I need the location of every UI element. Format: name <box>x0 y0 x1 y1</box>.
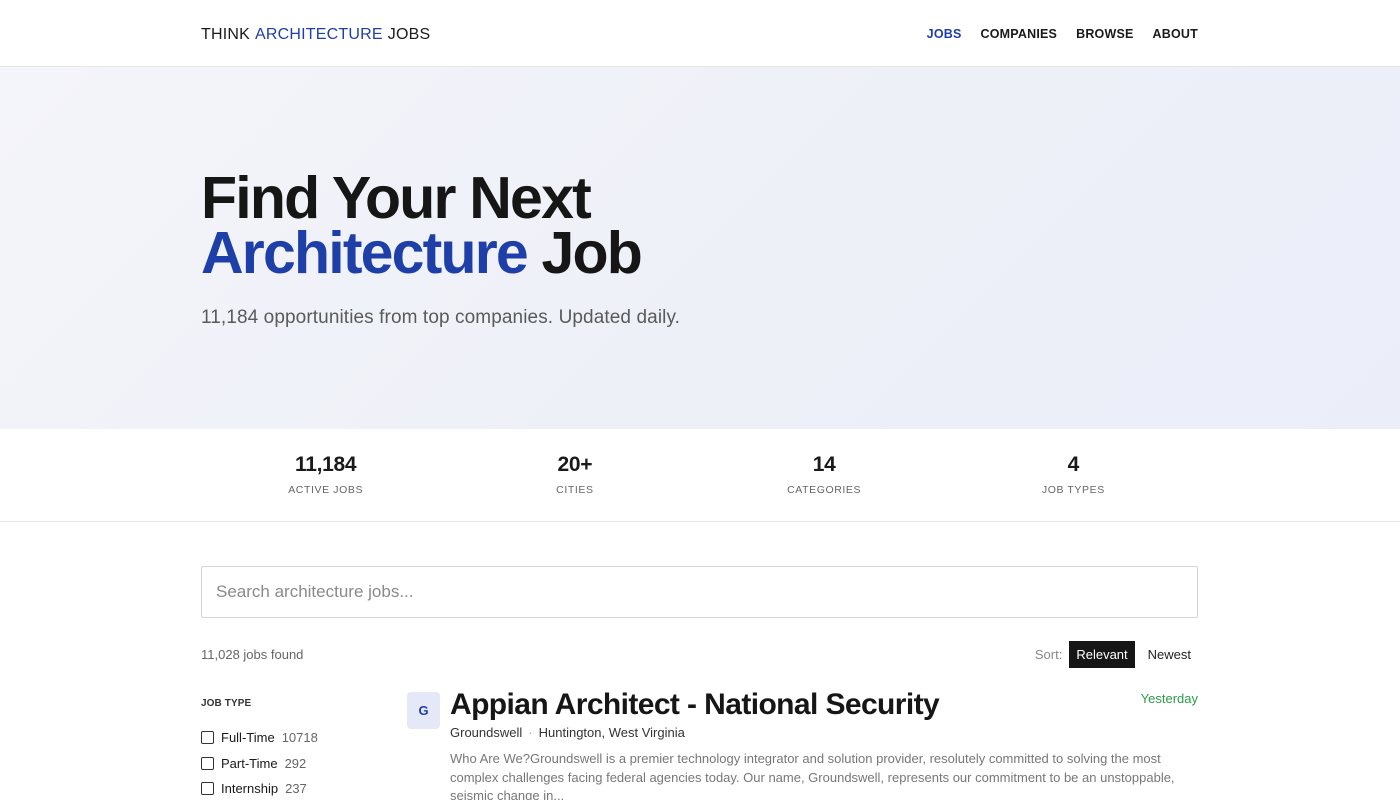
hero-accent-word: Architecture <box>201 220 529 286</box>
filter-count: 237 <box>285 781 307 797</box>
checkbox[interactable] <box>201 756 214 770</box>
sort-control: Sort: Relevant Newest <box>1034 640 1198 668</box>
stat-label: CITIES <box>556 484 594 496</box>
filter-item-part-time[interactable]: Part-Time 292 <box>201 751 407 777</box>
stat-value: 4 <box>1067 453 1080 476</box>
filter-item-full-time[interactable]: Full-Time 10718 <box>201 725 407 751</box>
sort-relevant-button[interactable]: Relevant <box>1069 640 1135 668</box>
logo-architecture: ARCHITECTURE <box>255 25 383 43</box>
job-posted-date: Yesterday <box>1140 691 1198 706</box>
job-card[interactable]: G Appian Architect - National Security G… <box>407 687 1198 800</box>
stat-value: 11,184 <box>294 453 357 476</box>
filters-sidebar: JOB TYPE Full-Time 10718 Part-Time 292 I… <box>201 687 407 800</box>
filter-label: Part-Time <box>221 755 278 771</box>
logo-jobs: JOBS <box>387 25 431 43</box>
sort-newest-button[interactable]: Newest <box>1141 641 1198 668</box>
job-location: Huntington, West Virginia <box>538 725 685 740</box>
search-box[interactable] <box>201 566 1198 618</box>
stat-label: CATEGORIES <box>787 484 862 496</box>
stat-label: JOB TYPES <box>1041 484 1105 496</box>
nav-jobs[interactable]: JOBS <box>927 27 962 41</box>
results-count: 11,028 jobs found <box>201 646 304 662</box>
hero-subtitle: 11,184 opportunities from top companies.… <box>201 307 681 328</box>
checkbox[interactable] <box>201 782 214 796</box>
logo-think: THINK <box>201 25 250 43</box>
listing-area: JOB TYPE Full-Time 10718 Part-Time 292 I… <box>201 687 1198 800</box>
filter-count: 10718 <box>281 730 318 746</box>
stat-label: ACTIVE JOBS <box>288 484 364 496</box>
stats-bar: 11,184 ACTIVE JOBS 20+ CITIES 14 CATEGOR… <box>0 429 1400 522</box>
filter-label: Internship <box>221 781 279 797</box>
stat-job-types: 4 JOB TYPES <box>949 429 1198 522</box>
stat-value: 14 <box>812 453 836 476</box>
job-meta: Groundswell · Huntington, West Virginia <box>450 725 1198 740</box>
site-logo[interactable]: THINK ARCHITECTURE JOBS <box>201 24 430 44</box>
main-nav: JOBS COMPANIES BROWSE ABOUT <box>927 27 1198 41</box>
checkbox[interactable] <box>201 731 214 745</box>
stat-categories: 14 CATEGORIES <box>700 429 949 522</box>
sort-label: Sort: <box>1034 646 1063 662</box>
stat-active-jobs: 11,184 ACTIVE JOBS <box>201 429 450 522</box>
nav-about[interactable]: ABOUT <box>1153 27 1198 41</box>
company-avatar: G <box>407 692 440 729</box>
nav-browse[interactable]: BROWSE <box>1076 27 1133 41</box>
hero-section: Find Your Next Architecture Job 11,184 o… <box>0 67 1400 429</box>
site-header: THINK ARCHITECTURE JOBS JOBS COMPANIES B… <box>0 0 1400 67</box>
search-input[interactable] <box>216 582 1183 602</box>
filter-label: Full-Time <box>221 730 275 746</box>
job-description: Who Are We?Groundswell is a premier tech… <box>450 751 1175 800</box>
stat-cities: 20+ CITIES <box>450 429 699 522</box>
job-title[interactable]: Appian Architect - National Security <box>450 687 1198 723</box>
stat-value: 20+ <box>557 453 593 476</box>
job-card-body: Appian Architect - National Security Gro… <box>450 687 1198 800</box>
meta-separator: · <box>528 725 533 740</box>
hero-line2-rest: Job <box>541 220 643 286</box>
filter-item-internship[interactable]: Internship 237 <box>201 776 407 800</box>
job-company[interactable]: Groundswell <box>450 725 522 740</box>
hero-heading: Find Your Next Architecture Job <box>201 169 1198 283</box>
filter-list: Full-Time 10718 Part-Time 292 Internship… <box>201 725 407 800</box>
main-content: 11,028 jobs found Sort: Relevant Newest … <box>201 566 1198 800</box>
filter-count: 292 <box>284 755 307 771</box>
results-bar: 11,028 jobs found Sort: Relevant Newest <box>201 640 1198 668</box>
nav-companies[interactable]: COMPANIES <box>981 27 1058 41</box>
filter-heading-job-type: JOB TYPE <box>201 698 252 709</box>
